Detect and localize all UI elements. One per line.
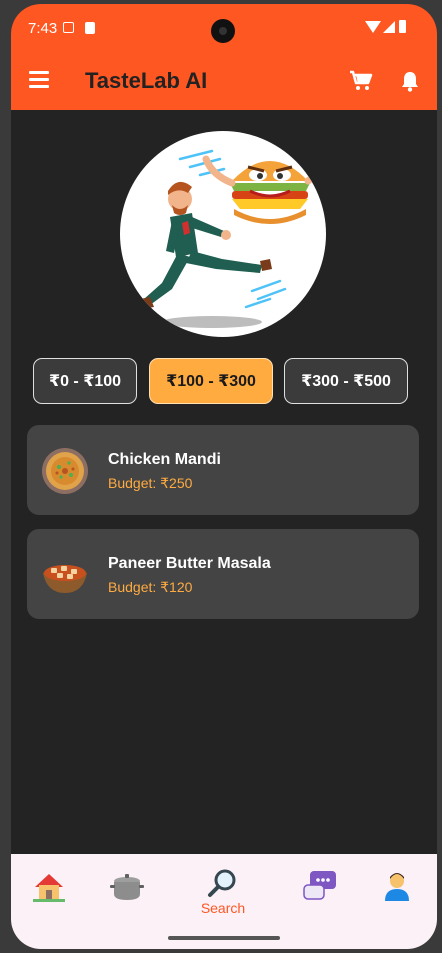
result-name: Chicken Mandi	[108, 451, 221, 468]
price-filter-300-500[interactable]: ₹300 - ₹500	[284, 358, 408, 404]
price-filter-100-300[interactable]: ₹100 - ₹300	[149, 358, 273, 404]
app-title: TasteLab AI	[85, 68, 208, 93]
sim-card-icon	[85, 22, 95, 34]
price-filter-row: ₹0 - ₹100 ₹100 - ₹300 ₹300 - ₹500	[33, 358, 417, 406]
status-time: 7:43	[28, 20, 58, 37]
price-filter-label: ₹100 - ₹300	[166, 373, 256, 390]
pot-icon[interactable]	[109, 869, 145, 905]
chicken-mandi-plate-icon	[42, 448, 88, 494]
result-name: Paneer Butter Masala	[108, 555, 271, 572]
result-budget: Budget: ₹120	[108, 579, 193, 595]
result-budget: Budget: ₹250	[108, 475, 193, 491]
price-filter-label: ₹0 - ₹100	[48, 373, 122, 390]
bottom-navigation: Search	[11, 854, 437, 949]
app-bar: TasteLab AI	[11, 52, 437, 110]
paneer-bowl-icon	[43, 565, 87, 593]
chat-icon[interactable]	[302, 869, 338, 905]
bell-icon[interactable]	[400, 70, 420, 92]
result-card-chicken-mandi[interactable]: Chicken Mandi Budget: ₹250	[27, 425, 419, 515]
running-man-burger-illustration	[140, 147, 323, 328]
notification-icon	[63, 22, 74, 33]
front-camera	[211, 19, 235, 43]
wifi-icon	[365, 21, 381, 33]
profile-icon[interactable]	[379, 869, 415, 905]
signal-icon	[383, 21, 395, 33]
status-bar: 7:43	[11, 4, 437, 52]
nav-label-search[interactable]: Search	[191, 900, 255, 916]
search-icon[interactable]	[205, 866, 241, 902]
battery-icon	[399, 20, 406, 33]
home-icon[interactable]	[31, 869, 67, 905]
price-filter-0-100[interactable]: ₹0 - ₹100	[33, 358, 137, 404]
cart-icon[interactable]	[349, 70, 373, 92]
menu-icon[interactable]	[29, 71, 49, 89]
phone-screen: 7:43 TasteLab AI ₹0 - ₹100 ₹100 - ₹300 ₹…	[11, 4, 437, 949]
home-gesture-bar[interactable]	[168, 936, 280, 940]
price-filter-label: ₹300 - ₹500	[301, 373, 391, 390]
hero-illustration	[120, 131, 326, 337]
result-card-paneer-butter-masala[interactable]: Paneer Butter Masala Budget: ₹120	[27, 529, 419, 619]
